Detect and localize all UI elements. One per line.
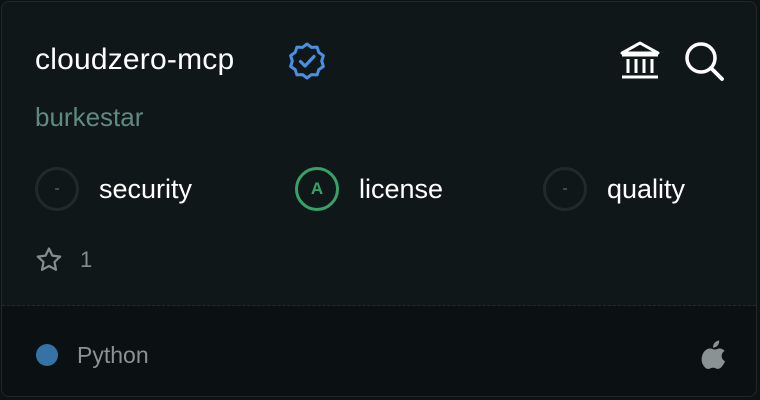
server-author[interactable]: burkestar (35, 99, 143, 135)
star-icon (36, 247, 62, 271)
quality-label: quality (607, 173, 686, 204)
security-score[interactable]: - security (35, 165, 192, 213)
star-count: 1 (80, 247, 93, 272)
license-label: license (359, 173, 444, 204)
bank-icon[interactable] (618, 39, 662, 83)
verified-badge-icon (289, 42, 325, 80)
server-card[interactable]: cloudzero-mcp burkestar - security A lic… (1, 1, 757, 397)
quality-score[interactable]: - quality (543, 165, 685, 213)
apple-icon (701, 340, 726, 369)
license-score[interactable]: A license (295, 165, 443, 213)
security-label: security (99, 173, 193, 204)
security-grade-ring: - (35, 167, 79, 211)
search-icon[interactable] (682, 39, 726, 83)
quality-grade-ring: - (543, 167, 587, 211)
license-grade-ring: A (295, 167, 339, 211)
footer-divider (2, 305, 756, 306)
language-color-dot (36, 344, 58, 366)
server-title[interactable]: cloudzero-mcp (35, 40, 234, 80)
language-name: Python (77, 342, 149, 368)
